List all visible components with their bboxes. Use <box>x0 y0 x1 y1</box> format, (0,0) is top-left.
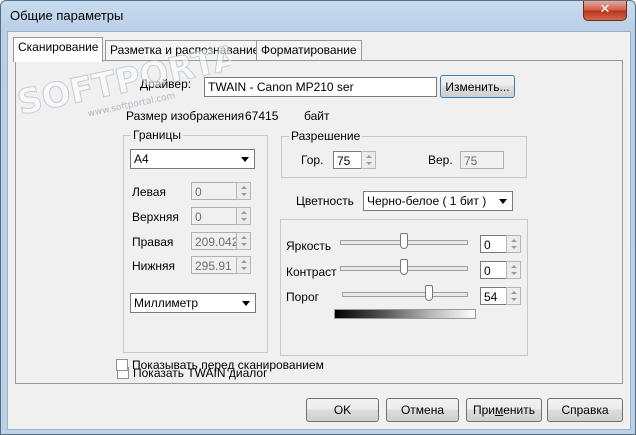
spin-up-icon <box>241 211 247 214</box>
spin-down-icon <box>366 162 372 165</box>
spin-up-icon <box>511 265 517 268</box>
slider-thumb[interactable] <box>400 259 408 275</box>
units-value: Миллиметр <box>134 296 199 310</box>
slider-thumb[interactable] <box>425 285 433 301</box>
left-margin-label: Левая <box>132 185 166 199</box>
threshold-slider[interactable] <box>342 284 468 304</box>
threshold-gradient-bar <box>334 309 476 319</box>
window-title: Общие параметры <box>10 8 124 23</box>
vertical-resolution-label: Вер. <box>428 153 453 167</box>
spin-down-icon <box>241 267 247 270</box>
spin-up-icon <box>241 260 247 263</box>
threshold-spinner[interactable] <box>506 287 521 305</box>
color-mode-label: Цветность <box>296 194 354 208</box>
chevron-down-icon <box>495 193 511 209</box>
image-size-value: 67415 <box>245 109 279 123</box>
brightness-label: Яркость <box>286 239 332 253</box>
color-mode-value: Черно-белое ( 1 бит ) <box>367 194 487 208</box>
dialog-window: Общие параметры ✕ Сканирование Разметка … <box>0 0 636 435</box>
spin-down-icon <box>511 298 517 301</box>
spin-up-icon <box>511 291 517 294</box>
bottom-margin-field[interactable]: 295.91 <box>191 256 237 274</box>
bottom-margin-label: Нижняя <box>132 259 176 273</box>
brightness-spinner[interactable] <box>506 235 521 253</box>
slider-track <box>342 292 468 297</box>
driver-label: Драйвер: <box>140 77 192 91</box>
left-margin-spinner[interactable] <box>236 182 251 200</box>
spin-up-icon <box>511 239 517 242</box>
top-margin-spinner[interactable] <box>236 207 251 225</box>
tab-scanning[interactable]: Сканирование <box>13 37 104 62</box>
chevron-down-icon <box>237 151 253 167</box>
tab-layout-recognition[interactable]: Разметка и распознавание <box>105 40 265 61</box>
brightness-field[interactable]: 0 <box>480 235 507 253</box>
image-size-unit: байт <box>304 109 330 123</box>
chevron-down-icon <box>238 295 254 311</box>
apply-button[interactable]: Применить <box>466 398 542 422</box>
right-margin-spinner[interactable] <box>236 232 251 250</box>
image-size-label: Размер изображения <box>126 109 245 123</box>
tab-formatting[interactable]: Форматирование <box>256 40 362 61</box>
color-mode-select[interactable]: Черно-белое ( 1 бит ) <box>363 191 513 211</box>
spin-up-icon <box>241 186 247 189</box>
spin-down-icon <box>241 243 247 246</box>
horizontal-resolution-spinner[interactable] <box>361 151 376 169</box>
spin-down-icon <box>511 246 517 249</box>
change-driver-button[interactable]: Изменить... <box>440 75 515 98</box>
spin-up-icon <box>366 155 372 158</box>
spin-down-icon <box>511 272 517 275</box>
slider-thumb[interactable] <box>400 233 408 249</box>
apply-button-hotkey: м <box>495 403 504 417</box>
threshold-label: Порог <box>286 290 320 304</box>
top-margin-field[interactable]: 0 <box>191 207 237 225</box>
threshold-field[interactable]: 54 <box>480 287 507 305</box>
scanning-panel: Драйвер: TWAIN - Canon MP210 ser Изменит… <box>15 60 623 384</box>
units-select[interactable]: Миллиметр <box>130 293 256 313</box>
horizontal-resolution-label: Гор. <box>301 153 324 167</box>
apply-button-label-start: При <box>472 403 495 417</box>
horizontal-resolution-field[interactable]: 75 <box>333 151 362 169</box>
vertical-resolution-field: 75 <box>460 151 504 169</box>
bounds-group-title: Границы <box>131 128 183 142</box>
close-button[interactable]: ✕ <box>583 1 627 21</box>
apply-button-label-end: енить <box>503 403 536 417</box>
contrast-spinner[interactable] <box>506 261 521 279</box>
page-format-select[interactable]: A4 <box>130 149 255 169</box>
right-margin-field[interactable]: 209.042 <box>191 232 237 250</box>
show-before-scan-label[interactable]: Показывать перед сканированием <box>132 358 324 372</box>
brightness-slider[interactable] <box>340 232 468 252</box>
resolution-group-title: Разрешение <box>289 129 363 143</box>
contrast-label: Контраст <box>286 265 337 279</box>
cancel-button[interactable]: Отмена <box>386 398 459 422</box>
title-bar[interactable]: Общие параметры ✕ <box>1 1 635 31</box>
tab-label: Форматирование <box>261 43 357 57</box>
tab-label: Разметка и распознавание <box>110 43 260 57</box>
left-margin-field[interactable]: 0 <box>191 182 237 200</box>
help-button[interactable]: Справка <box>547 398 623 422</box>
contrast-slider[interactable] <box>340 258 468 278</box>
right-margin-label: Правая <box>132 235 174 249</box>
spin-up-icon <box>241 236 247 239</box>
spin-down-icon <box>241 218 247 221</box>
page-format-value: A4 <box>134 152 149 166</box>
bottom-margin-spinner[interactable] <box>236 256 251 274</box>
driver-field: TWAIN - Canon MP210 ser <box>204 77 437 97</box>
show-before-scan-checkbox[interactable] <box>116 359 128 371</box>
dialog-client-area: Сканирование Разметка и распознавание Фо… <box>7 31 631 430</box>
top-margin-label: Верхняя <box>132 210 179 224</box>
spin-down-icon <box>241 193 247 196</box>
ok-button[interactable]: OK <box>306 398 379 422</box>
contrast-field[interactable]: 0 <box>480 261 507 279</box>
tab-label: Сканирование <box>18 40 99 54</box>
